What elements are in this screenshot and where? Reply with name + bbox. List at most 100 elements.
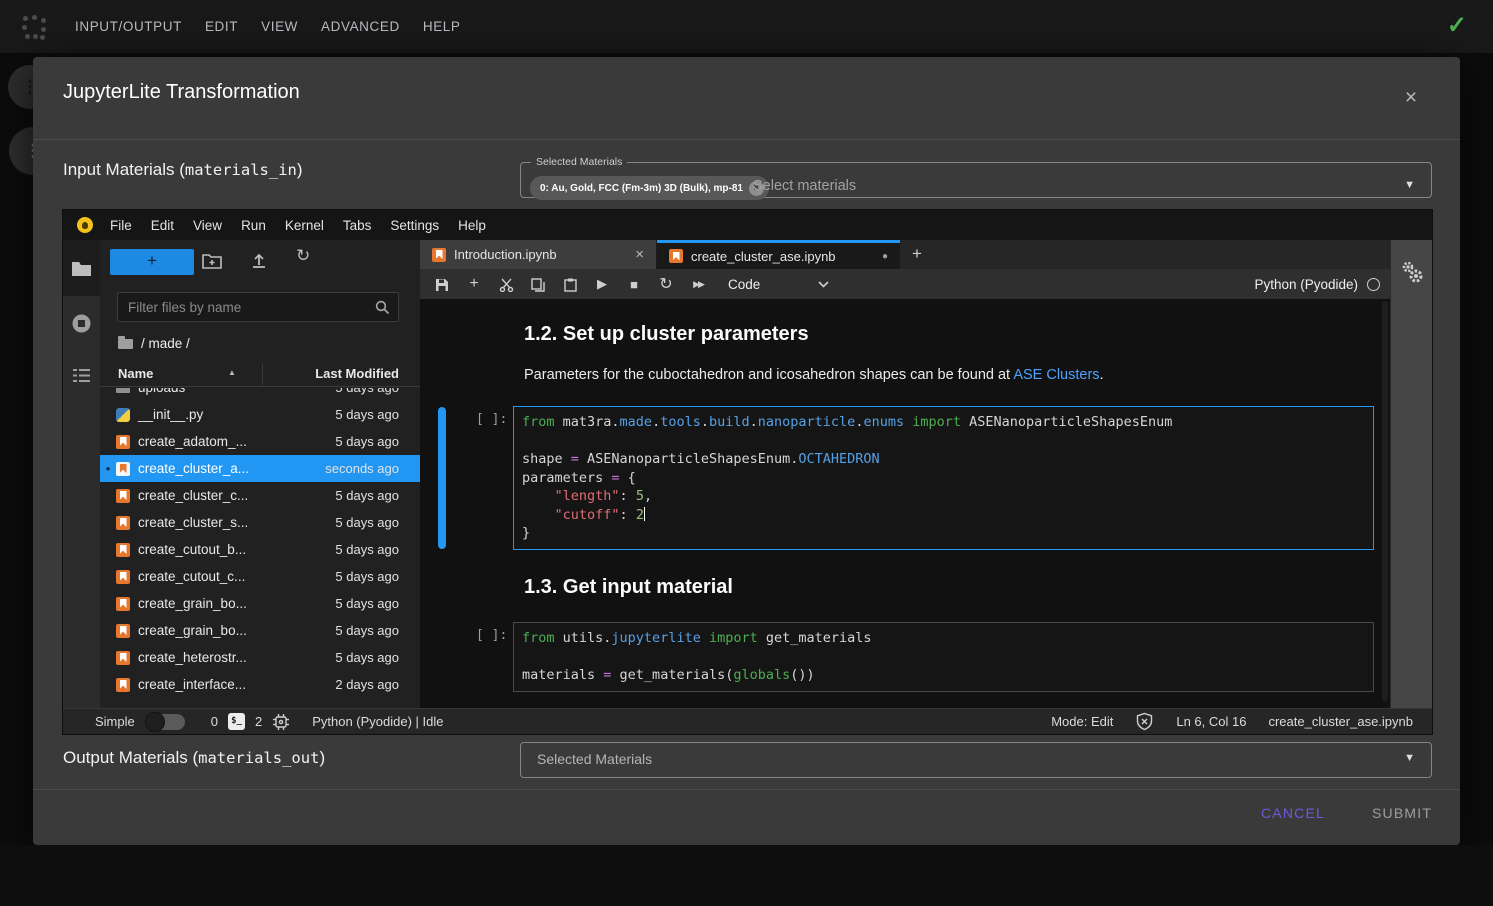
new-launcher-button[interactable]: + — [110, 249, 194, 275]
notebook-scrollbar[interactable] — [1382, 301, 1388, 701]
jmenu-kernel[interactable]: Kernel — [285, 218, 324, 233]
input-materials-select[interactable]: Selected Materials 0: Au, Gold, FCC (Fm-… — [520, 156, 1432, 198]
chevron-down-icon[interactable]: ▼ — [1404, 752, 1415, 764]
running-kernels-tab-icon[interactable] — [71, 313, 92, 334]
simple-mode-toggle[interactable] — [147, 714, 185, 730]
chevron-down-icon[interactable]: ▼ — [1404, 179, 1415, 191]
notebook-panel: Introduction.ipynb × create_cluster_ase.… — [420, 240, 1390, 708]
jmenu-edit[interactable]: Edit — [151, 218, 174, 233]
column-last-modified[interactable]: Last Modified — [315, 366, 399, 381]
file-row[interactable]: create_cutout_c...5 days ago — [100, 563, 420, 590]
restart-run-all-icon[interactable]: ▶▶ — [682, 279, 714, 290]
jmenu-file[interactable]: File — [110, 218, 132, 233]
file-row[interactable]: create_adatom_...5 days ago — [100, 428, 420, 455]
file-filter-input[interactable] — [118, 293, 358, 321]
chevron-down-icon[interactable] — [818, 275, 829, 293]
file-row[interactable]: create_grain_bo...5 days ago — [100, 590, 420, 617]
page-background — [0, 845, 1493, 906]
filebrowser-tab-icon[interactable] — [71, 258, 92, 279]
notebook-toolbar: + ▶ ■ ↻ ▶▶ Code Python (Pyodide) — [420, 269, 1390, 299]
kernel-indicator[interactable]: Python (Pyodide) — [1254, 277, 1380, 292]
paste-icon[interactable] — [554, 276, 586, 292]
restart-kernel-icon[interactable]: ↻ — [650, 274, 682, 294]
jmenu-settings[interactable]: Settings — [390, 218, 439, 233]
cell-type-select[interactable]: Code — [728, 277, 760, 292]
notebook-content: 1.2. Set up cluster parameters Parameter… — [420, 299, 1390, 708]
file-row-selected[interactable]: ●create_cluster_a...seconds ago — [100, 455, 420, 482]
file-row[interactable]: create_cluster_c...5 days ago — [100, 482, 420, 509]
cancel-button[interactable]: CANCEL — [1261, 805, 1325, 821]
ase-clusters-link[interactable]: ASE Clusters — [1013, 367, 1099, 383]
terminal-count: 0 — [211, 714, 218, 729]
menu-edit[interactable]: EDIT — [205, 19, 238, 34]
stop-icon[interactable]: ■ — [618, 277, 650, 292]
file-row[interactable]: uploads5 days ago — [100, 388, 420, 401]
file-filter — [117, 292, 399, 322]
material-chip-label: 0: Au, Gold, FCC (Fm-3m) 3D (Bulk), mp-8… — [540, 183, 743, 194]
section-heading-1-2: 1.2. Set up cluster parameters — [524, 323, 809, 346]
tab-close-icon[interactable]: × — [635, 246, 644, 263]
document-tabbar: Introduction.ipynb × create_cluster_ase.… — [420, 240, 1390, 269]
save-icon[interactable] — [426, 276, 458, 292]
file-row[interactable]: create_cluster_s...5 days ago — [100, 509, 420, 536]
menu-input-output[interactable]: INPUT/OUTPUT — [75, 19, 182, 34]
kernel-name: Python (Pyodide) — [1254, 277, 1358, 292]
app-top-bar: INPUT/OUTPUT EDIT VIEW ADVANCED HELP ✓ — [0, 0, 1493, 53]
copy-icon[interactable] — [522, 276, 554, 292]
cut-icon[interactable] — [490, 276, 522, 292]
upload-icon[interactable] — [250, 251, 268, 269]
table-of-contents-tab-icon[interactable] — [71, 365, 92, 386]
unsaved-dot-icon: ● — [882, 251, 888, 262]
cursor-position[interactable]: Ln 6, Col 16 — [1176, 714, 1246, 729]
notebook-icon — [116, 462, 130, 476]
menu-advanced[interactable]: ADVANCED — [321, 19, 400, 34]
close-icon[interactable]: × — [1399, 87, 1423, 111]
screen: INPUT/OUTPUT EDIT VIEW ADVANCED HELP ✓ ⋮… — [0, 0, 1493, 906]
tab-create-cluster-ase[interactable]: create_cluster_ase.ipynb ● — [657, 240, 900, 269]
column-divider — [262, 364, 263, 385]
notebook-icon — [116, 435, 130, 449]
material-chip[interactable]: 0: Au, Gold, FCC (Fm-3m) 3D (Bulk), mp-8… — [530, 176, 769, 200]
kernel-status-text[interactable]: Python (Pyodide) | Idle — [312, 714, 443, 729]
settings-gears-icon[interactable] — [1400, 260, 1426, 286]
menu-view[interactable]: VIEW — [261, 19, 298, 34]
add-cell-icon[interactable]: + — [458, 275, 490, 293]
selected-materials-legend: Selected Materials — [531, 156, 627, 168]
jmenu-run[interactable]: Run — [241, 218, 266, 233]
notebook-icon — [116, 678, 130, 692]
select-materials-placeholder: Select materials — [753, 178, 856, 194]
file-row[interactable]: create_heterostr...5 days ago — [100, 644, 420, 671]
statusbar-filename: create_cluster_ase.ipynb — [1268, 714, 1413, 729]
python-file-icon — [116, 408, 130, 422]
jupyter-menubar: File Edit View Run Kernel Tabs Settings … — [63, 210, 1432, 240]
confirm-check-icon[interactable]: ✓ — [1447, 11, 1467, 40]
output-materials-select[interactable]: Selected Materials ▼ — [520, 742, 1432, 778]
accessibility-shield-icon[interactable] — [1135, 712, 1154, 731]
jupyterlite-transformation-dialog: JupyterLite Transformation × Input Mater… — [33, 57, 1460, 845]
breadcrumb[interactable]: / made / — [118, 336, 190, 351]
dialog-title: JupyterLite Transformation — [63, 81, 300, 104]
input-materials-label: Input Materials (materials_in) — [63, 160, 303, 180]
app-grid-icon[interactable] — [22, 15, 46, 39]
header-divider — [33, 139, 1460, 140]
menu-help[interactable]: HELP — [423, 19, 461, 34]
file-row[interactable]: create_grain_bo...5 days ago — [100, 617, 420, 644]
jupyter-side-tabstrip — [63, 240, 100, 708]
tab-introduction[interactable]: Introduction.ipynb × — [420, 240, 657, 269]
new-folder-icon[interactable] — [202, 251, 222, 269]
jmenu-help[interactable]: Help — [458, 218, 486, 233]
code-cell-parameters[interactable]: from mat3ra.made.tools.build.nanoparticl… — [513, 406, 1374, 550]
file-row[interactable]: create_cutout_b...5 days ago — [100, 536, 420, 563]
jmenu-view[interactable]: View — [193, 218, 222, 233]
submit-button[interactable]: SUBMIT — [1372, 805, 1432, 821]
file-row[interactable]: create_interface...2 days ago — [100, 671, 420, 698]
refresh-icon[interactable]: ↻ — [296, 246, 310, 266]
code-cell-get-materials[interactable]: from utils.jupyterlite import get_materi… — [513, 622, 1374, 692]
active-cell-collapse-bar[interactable] — [438, 407, 446, 549]
jmenu-tabs[interactable]: Tabs — [343, 218, 372, 233]
new-tab-button[interactable]: + — [900, 240, 934, 269]
file-row[interactable]: __init__.py5 days ago — [100, 401, 420, 428]
notebook-icon — [116, 570, 130, 584]
column-name[interactable]: Name — [118, 366, 153, 381]
run-icon[interactable]: ▶ — [586, 276, 618, 292]
